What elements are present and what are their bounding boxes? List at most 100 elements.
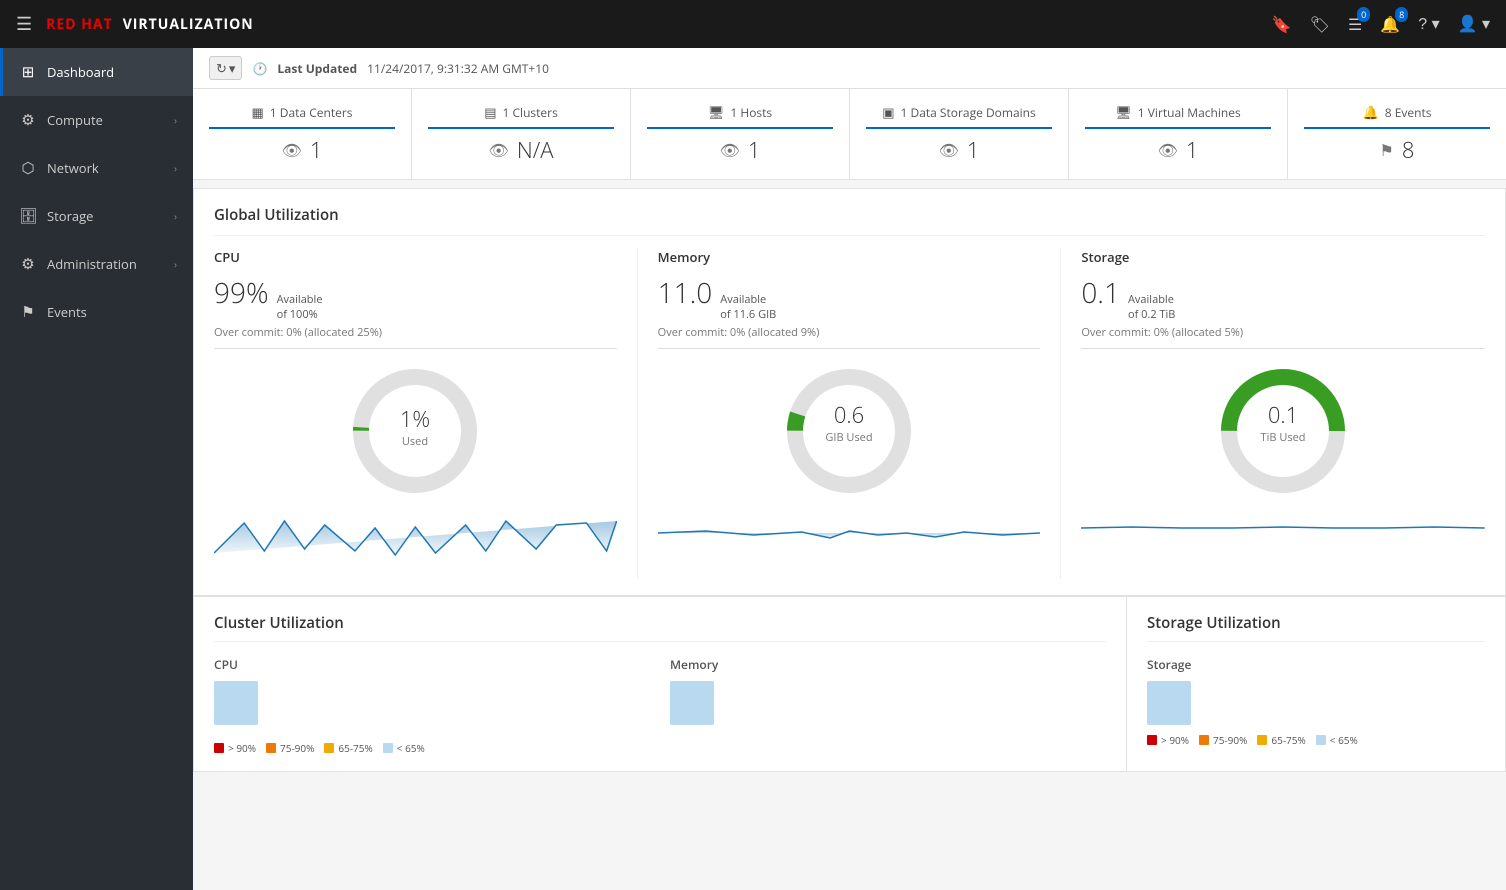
- legend-color-65: [324, 743, 334, 753]
- sidebar: ⊞ Dashboard ⚙ Compute › ⬡ Network › 🗄 St…: [0, 48, 193, 890]
- storage-donut-sub: TiB Used: [1261, 430, 1306, 445]
- cluster-cpu: CPU: [214, 656, 650, 733]
- storage-label: Storage: [1081, 248, 1485, 266]
- tag-btn[interactable]: 🏷: [1310, 13, 1330, 35]
- storage-stats: 0.1 Available of 0.2 TiB: [1081, 274, 1485, 323]
- navbar-icons: 🔖 🏷 ☰ 0 🔔 8 ? ▾ 👤 ▾: [1272, 13, 1490, 35]
- compute-icon: ⚙: [19, 110, 37, 130]
- top-bar: ↻ ▾ 🕐 Last Updated 11/24/2017, 9:31:32 A…: [193, 48, 1506, 89]
- cpu-sparkline-chart: [214, 513, 617, 563]
- eye-icon-vm: 👁: [1158, 139, 1178, 161]
- card-header-hosts: 🖥 1 Hosts: [647, 103, 833, 129]
- card-label-events: 8 Events: [1385, 104, 1432, 121]
- hosts-icon: 🖥: [708, 103, 725, 121]
- card-count-hosts: 👁 1: [647, 135, 833, 165]
- storage-util-col: Storage 0.1 Available of 0.2 TiB Over co…: [1061, 248, 1485, 579]
- cluster-legend: > 90% 75-90% 65-75% < 65%: [214, 741, 1106, 755]
- legend-item-65: 65-75%: [324, 741, 372, 755]
- storage-legend-label-65: 65-75%: [1271, 733, 1305, 747]
- legend-item-90: > 90%: [214, 741, 256, 755]
- memory-label: Memory: [658, 248, 1041, 266]
- summary-card-vms[interactable]: 🖥 1 Virtual Machines 👁 1: [1069, 89, 1288, 179]
- legend-label-65: 65-75%: [338, 741, 372, 755]
- sidebar-item-administration[interactable]: ⚙ Administration ›: [0, 240, 193, 288]
- sidebar-label-network: Network: [47, 159, 164, 177]
- hamburger-icon[interactable]: ☰: [16, 12, 32, 36]
- bell-card-icon: 🔔: [1363, 103, 1379, 121]
- summary-card-datacenters[interactable]: ▦ 1 Data Centers 👁 1: [193, 89, 412, 179]
- card-label-storage: 1 Data Storage Domains: [901, 104, 1036, 121]
- main-content: ↻ ▾ 🕐 Last Updated 11/24/2017, 9:31:32 A…: [193, 48, 1506, 890]
- user-btn[interactable]: 👤 ▾: [1458, 14, 1490, 34]
- list-btn[interactable]: ☰ 0: [1348, 13, 1362, 35]
- summary-card-storage[interactable]: ▣ 1 Data Storage Domains 👁 1: [850, 89, 1069, 179]
- cpu-donut-chart: 1% Used: [345, 361, 485, 501]
- datacenter-icon: ▦: [251, 103, 263, 121]
- storage-legend: > 90% 75-90% 65-75% < 65%: [1147, 733, 1485, 747]
- refresh-icon: ↻: [216, 59, 227, 77]
- storage-legend-color-90: [1147, 735, 1157, 745]
- legend-item-lt65: < 65%: [383, 741, 425, 755]
- card-label-hosts: 1 Hosts: [730, 104, 772, 121]
- eye-icon-sd: 👁: [939, 139, 959, 161]
- storage-legend-label-75: 75-90%: [1213, 733, 1247, 747]
- summary-card-events[interactable]: 🔔 8 Events ⚑ 8: [1288, 89, 1506, 179]
- eye-icon-dc: 👁: [282, 139, 302, 161]
- memory-sparkline-chart: [658, 513, 1041, 563]
- count-events: 8: [1402, 135, 1415, 165]
- storage-donut-label: 0.1: [1268, 400, 1298, 430]
- storage-donut-wrap: 0.1 TiB Used: [1081, 361, 1485, 501]
- summary-cards-row: ▦ 1 Data Centers 👁 1 ▤ 1 Clusters 👁 N/A: [193, 89, 1506, 180]
- sidebar-label-administration: Administration: [47, 255, 164, 273]
- storage-donut-chart: 0.1 TiB Used: [1213, 361, 1353, 501]
- sidebar-label-dashboard: Dashboard: [47, 63, 177, 81]
- chevron-icon-storage: ›: [174, 209, 177, 223]
- storage-legend-color-lt65: [1316, 735, 1326, 745]
- cpu-donut-wrap: 1% Used: [214, 361, 617, 501]
- count-datacenters: 1: [310, 135, 323, 165]
- sidebar-label-storage: Storage: [47, 207, 164, 225]
- storage-sparkline: [1081, 513, 1485, 563]
- eye-icon-h: 👁: [720, 139, 740, 161]
- memory-avail: Available of 11.6 GIB: [720, 292, 776, 323]
- card-header-events: 🔔 8 Events: [1304, 103, 1490, 129]
- help-btn[interactable]: ? ▾: [1418, 14, 1439, 34]
- storage-legend-item-75: 75-90%: [1199, 733, 1247, 747]
- sidebar-label-compute: Compute: [47, 111, 164, 129]
- sidebar-item-storage[interactable]: 🗄 Storage ›: [0, 192, 193, 240]
- bell-btn[interactable]: 🔔 8: [1380, 13, 1400, 35]
- sidebar-item-compute[interactable]: ⚙ Compute ›: [0, 96, 193, 144]
- storage-sparkline-chart: [1081, 513, 1485, 563]
- sidebar-item-events[interactable]: ⚑ Events: [0, 288, 193, 336]
- count-storage: 1: [967, 135, 980, 165]
- memory-percent: 11.0: [658, 274, 713, 312]
- network-icon: ⬡: [19, 158, 37, 178]
- brand-virt: VIRTUALIZATION: [123, 15, 254, 34]
- clusters-icon: ▤: [484, 103, 496, 121]
- storage-domains-icon: ▣: [882, 103, 894, 121]
- storage-legend-item-lt65: < 65%: [1316, 733, 1358, 747]
- memory-sparkline: [658, 513, 1041, 563]
- summary-card-hosts[interactable]: 🖥 1 Hosts 👁 1: [631, 89, 850, 179]
- eye-icon-cl: 👁: [489, 139, 509, 161]
- events-icon: ⚑: [19, 302, 37, 322]
- card-header-datacenters: ▦ 1 Data Centers: [209, 103, 395, 129]
- memory-overcommit: Over commit: 0% (allocated 9%): [658, 325, 1041, 340]
- storage-overcommit: Over commit: 0% (allocated 5%): [1081, 325, 1485, 340]
- bookmark-btn[interactable]: 🔖: [1272, 13, 1292, 35]
- refresh-button[interactable]: ↻ ▾: [209, 56, 242, 80]
- global-utilization-section: Global Utilization CPU 99% Available of …: [193, 188, 1506, 596]
- cluster-inner: CPU Memory: [214, 656, 1106, 733]
- sidebar-label-events: Events: [47, 303, 177, 321]
- card-count-events: ⚑ 8: [1304, 135, 1490, 165]
- summary-card-clusters[interactable]: ▤ 1 Clusters 👁 N/A: [412, 89, 631, 179]
- sidebar-item-network[interactable]: ⬡ Network ›: [0, 144, 193, 192]
- card-count-vms: 👁 1: [1085, 135, 1271, 165]
- card-count-clusters: 👁 N/A: [428, 135, 614, 165]
- global-util-title: Global Utilization: [214, 205, 1485, 236]
- memory-util-col: Memory 11.0 Available of 11.6 GIB Over c…: [638, 248, 1062, 579]
- sidebar-item-dashboard[interactable]: ⊞ Dashboard: [0, 48, 193, 96]
- legend-color-lt65: [383, 743, 393, 753]
- legend-label-90: > 90%: [228, 741, 256, 755]
- memory-donut-label: 0.6: [834, 400, 864, 430]
